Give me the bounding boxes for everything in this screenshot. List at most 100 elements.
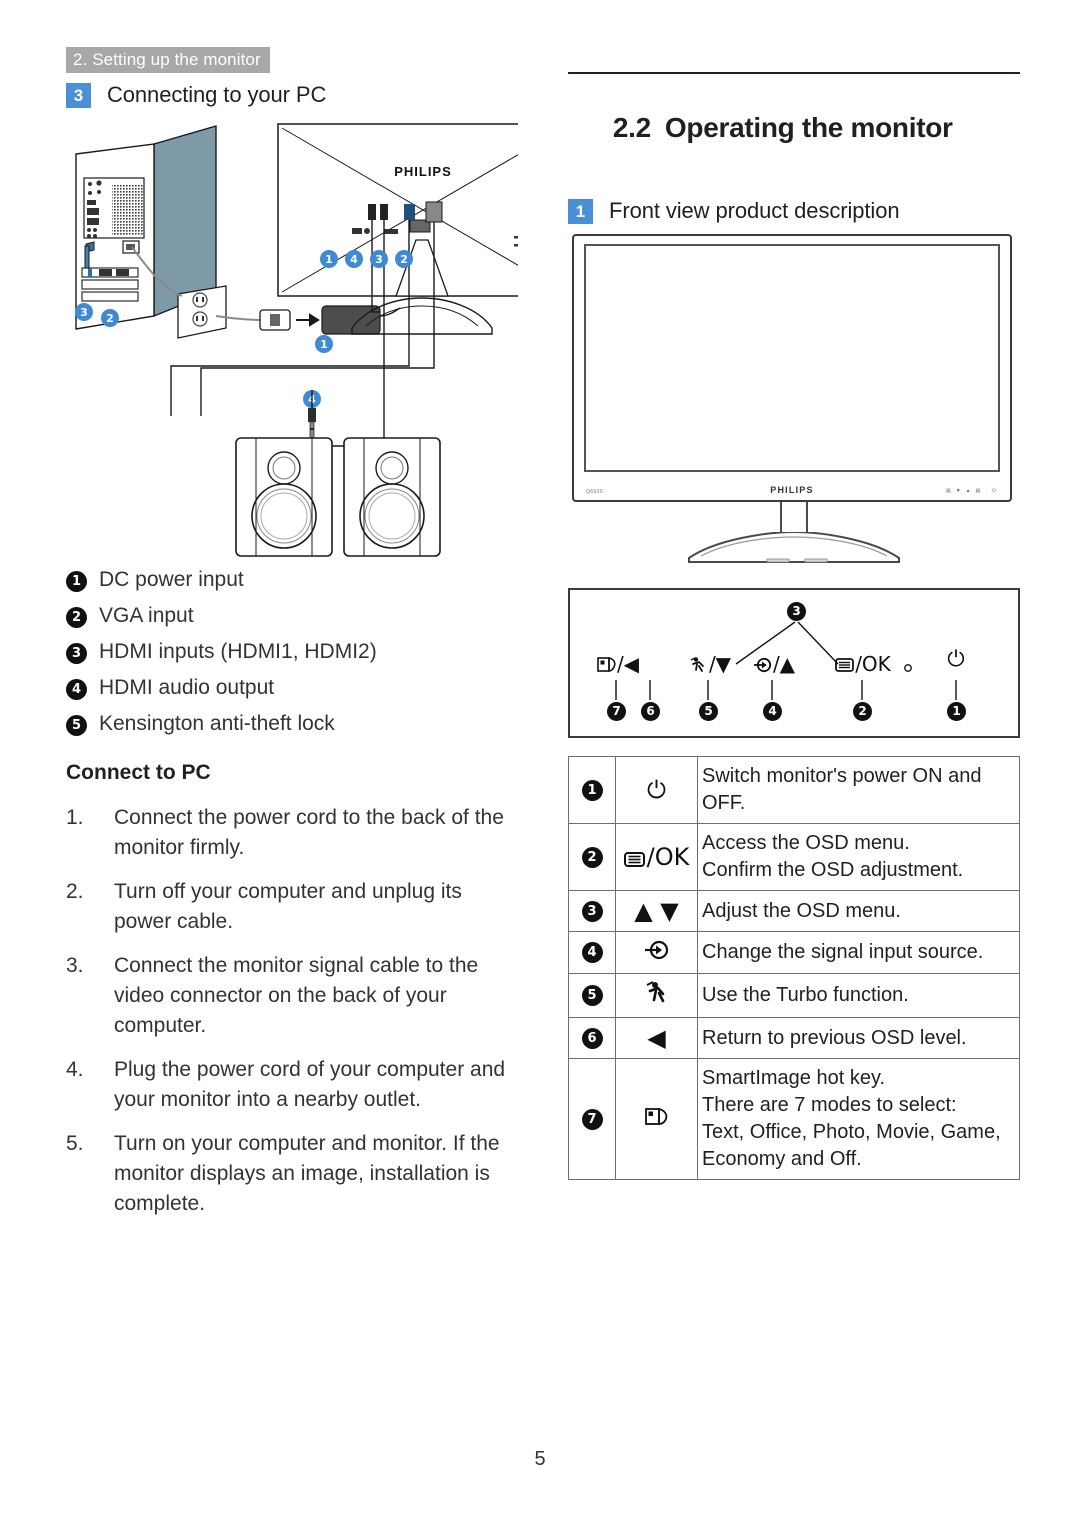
- osd-callout-3: 3: [787, 602, 806, 621]
- svg-text:3: 3: [80, 306, 88, 319]
- row-number-cell: 3: [568, 890, 616, 932]
- row-desc-cell: Return to previous OSD level.: [697, 1017, 1020, 1059]
- page-title-number: 2.2: [612, 112, 651, 143]
- monitor-screen: [584, 244, 1000, 472]
- chapter-header-tab: 2. Setting up the monitor: [66, 47, 270, 73]
- step-text: Turn on your computer and monitor. If th…: [114, 1132, 500, 1215]
- osd-callout-5: 5: [699, 702, 718, 721]
- monitor-bezel: Q6600 PHILIPS ▤ ▼ ▲ ▤ · ⏻: [572, 234, 1012, 502]
- turbo-runner-icon: [690, 657, 704, 672]
- monitor-brand-label: PHILIPS: [770, 485, 814, 495]
- connect-steps-list: 1. Connect the power cord to the back of…: [66, 803, 518, 1219]
- row-icon-cell: [615, 931, 698, 974]
- row-number: 3: [581, 900, 603, 922]
- table-row: 7 SmartImage hot key. There are 7 modes …: [568, 1058, 1020, 1180]
- table-row: 6 ◀ Return to previous OSD level.: [568, 1017, 1020, 1059]
- list-item-label: HDMI audio output: [99, 676, 275, 699]
- list-item: 2. Turn off your computer and unplug its…: [66, 877, 518, 937]
- section-title: Front view product description: [609, 198, 900, 223]
- list-item-number: 4: [66, 679, 87, 700]
- section-heading-connecting: 3 Connecting to your PC: [66, 80, 518, 110]
- list-item-label: VGA input: [99, 604, 194, 627]
- osd-callout-2: 2: [853, 702, 872, 721]
- menu-ok-label: /OK: [646, 843, 690, 871]
- list-item: 4 HDMI audio output: [66, 675, 518, 701]
- turbo-runner-icon: [646, 981, 664, 1003]
- svg-text:1: 1: [320, 338, 328, 351]
- list-item: 3 HDMI inputs (HDMI1, HDMI2): [66, 639, 518, 665]
- section-number-badge: 3: [66, 83, 91, 108]
- row-number-cell: 6: [568, 1017, 616, 1059]
- list-item: 5. Turn on your computer and monitor. If…: [66, 1129, 518, 1219]
- monitor-stand-base: [687, 532, 901, 563]
- list-item-number: 3: [66, 643, 87, 664]
- left-arrow-icon: ◀: [647, 1024, 666, 1052]
- step-text: Plug the power cord of your computer and…: [114, 1058, 506, 1111]
- step-number: 3.: [66, 954, 84, 977]
- list-item-number: 1: [66, 571, 87, 592]
- page-title: 2.2 Operating the monitor: [568, 80, 1020, 176]
- section-title: Connecting to your PC: [107, 82, 327, 107]
- osd-callout-1: 1: [947, 702, 966, 721]
- row-number: 7: [581, 1108, 603, 1130]
- osd-key-menu-ok[interactable]: /OK: [828, 652, 898, 676]
- svg-text:2: 2: [400, 253, 408, 266]
- osd-key-power[interactable]: ⏻: [938, 648, 974, 672]
- table-row: 2 /OK Access the OSD menu. Confirm the O…: [568, 823, 1020, 891]
- key-mark: ▤: [975, 488, 981, 494]
- step-number: 4.: [66, 1058, 84, 1081]
- list-item: 3. Connect the monitor signal cable to t…: [66, 951, 518, 1041]
- table-row: 3 ▲ ▼ Adjust the OSD menu.: [568, 890, 1020, 932]
- osd-key-label: /▼: [708, 652, 732, 676]
- svg-text:2: 2: [106, 312, 114, 325]
- menu-icon: [623, 852, 645, 867]
- section-number-badge: 1: [568, 199, 593, 224]
- input-source-icon: [644, 940, 668, 960]
- list-item-number: 2: [66, 607, 87, 628]
- section-heading-front-view: 1 Front view product description: [568, 196, 1020, 226]
- key-mark: ▤: [945, 488, 951, 494]
- page-number: 5: [534, 1448, 546, 1470]
- row-icon-cell: [615, 973, 698, 1018]
- row-icon-cell: ▲ ▼: [615, 890, 698, 932]
- osd-key-input[interactable]: /▲: [742, 652, 806, 676]
- power-icon: ⏻: [647, 776, 666, 804]
- osd-key-description-table: 1 ⏻ Switch monitor's power ON and OFF. 2…: [568, 756, 1020, 1180]
- row-icon-cell: ◀: [615, 1017, 698, 1059]
- row-number-cell: 4: [568, 931, 616, 974]
- step-number: 5.: [66, 1132, 84, 1155]
- row-desc-cell: Adjust the OSD menu.: [697, 890, 1020, 932]
- step-text: Turn off your computer and unplug its po…: [114, 880, 462, 933]
- smartimage-icon: [644, 1107, 667, 1125]
- osd-callout-7: 7: [607, 702, 626, 721]
- row-number: 6: [581, 1027, 603, 1049]
- table-row: 4 Change the signal input source.: [568, 931, 1020, 974]
- key-mark: ▼: [955, 488, 961, 494]
- key-mark: ⏻: [992, 488, 996, 494]
- row-number-cell: 2: [568, 823, 616, 891]
- up-down-arrows-icon: ▲ ▼: [634, 897, 679, 925]
- osd-key-label: /◀: [616, 652, 640, 676]
- osd-key-smartimage[interactable]: /◀: [584, 652, 652, 676]
- step-text: Connect the power cord to the back of th…: [114, 806, 504, 859]
- list-item-number: 5: [66, 715, 87, 736]
- osd-key-label: /OK: [855, 652, 891, 676]
- svg-text:3: 3: [375, 253, 383, 266]
- svg-text:4: 4: [350, 253, 358, 266]
- list-item-label: HDMI inputs (HDMI1, HDMI2): [99, 640, 377, 663]
- page-title-text: Operating the monitor: [664, 112, 953, 143]
- table-row: 1 ⏻ Switch monitor's power ON and OFF.: [568, 756, 1020, 824]
- list-item-label: Kensington anti-theft lock: [99, 712, 335, 735]
- connect-to-pc-heading: Connect to PC: [66, 761, 211, 784]
- menu-icon: [835, 658, 855, 672]
- row-number: 2: [581, 846, 603, 868]
- list-item: 2 VGA input: [66, 603, 518, 629]
- osd-key-turbo[interactable]: /▼: [678, 652, 742, 676]
- input-source-icon: [753, 657, 772, 673]
- step-text: Connect the monitor signal cable to the …: [114, 954, 479, 1037]
- list-item-label: DC power input: [99, 568, 244, 591]
- step-number: 1.: [66, 806, 84, 829]
- row-desc-cell: Change the signal input source.: [697, 931, 1020, 974]
- row-icon-cell: ⏻: [615, 756, 698, 824]
- list-item: 4. Plug the power cord of your computer …: [66, 1055, 518, 1115]
